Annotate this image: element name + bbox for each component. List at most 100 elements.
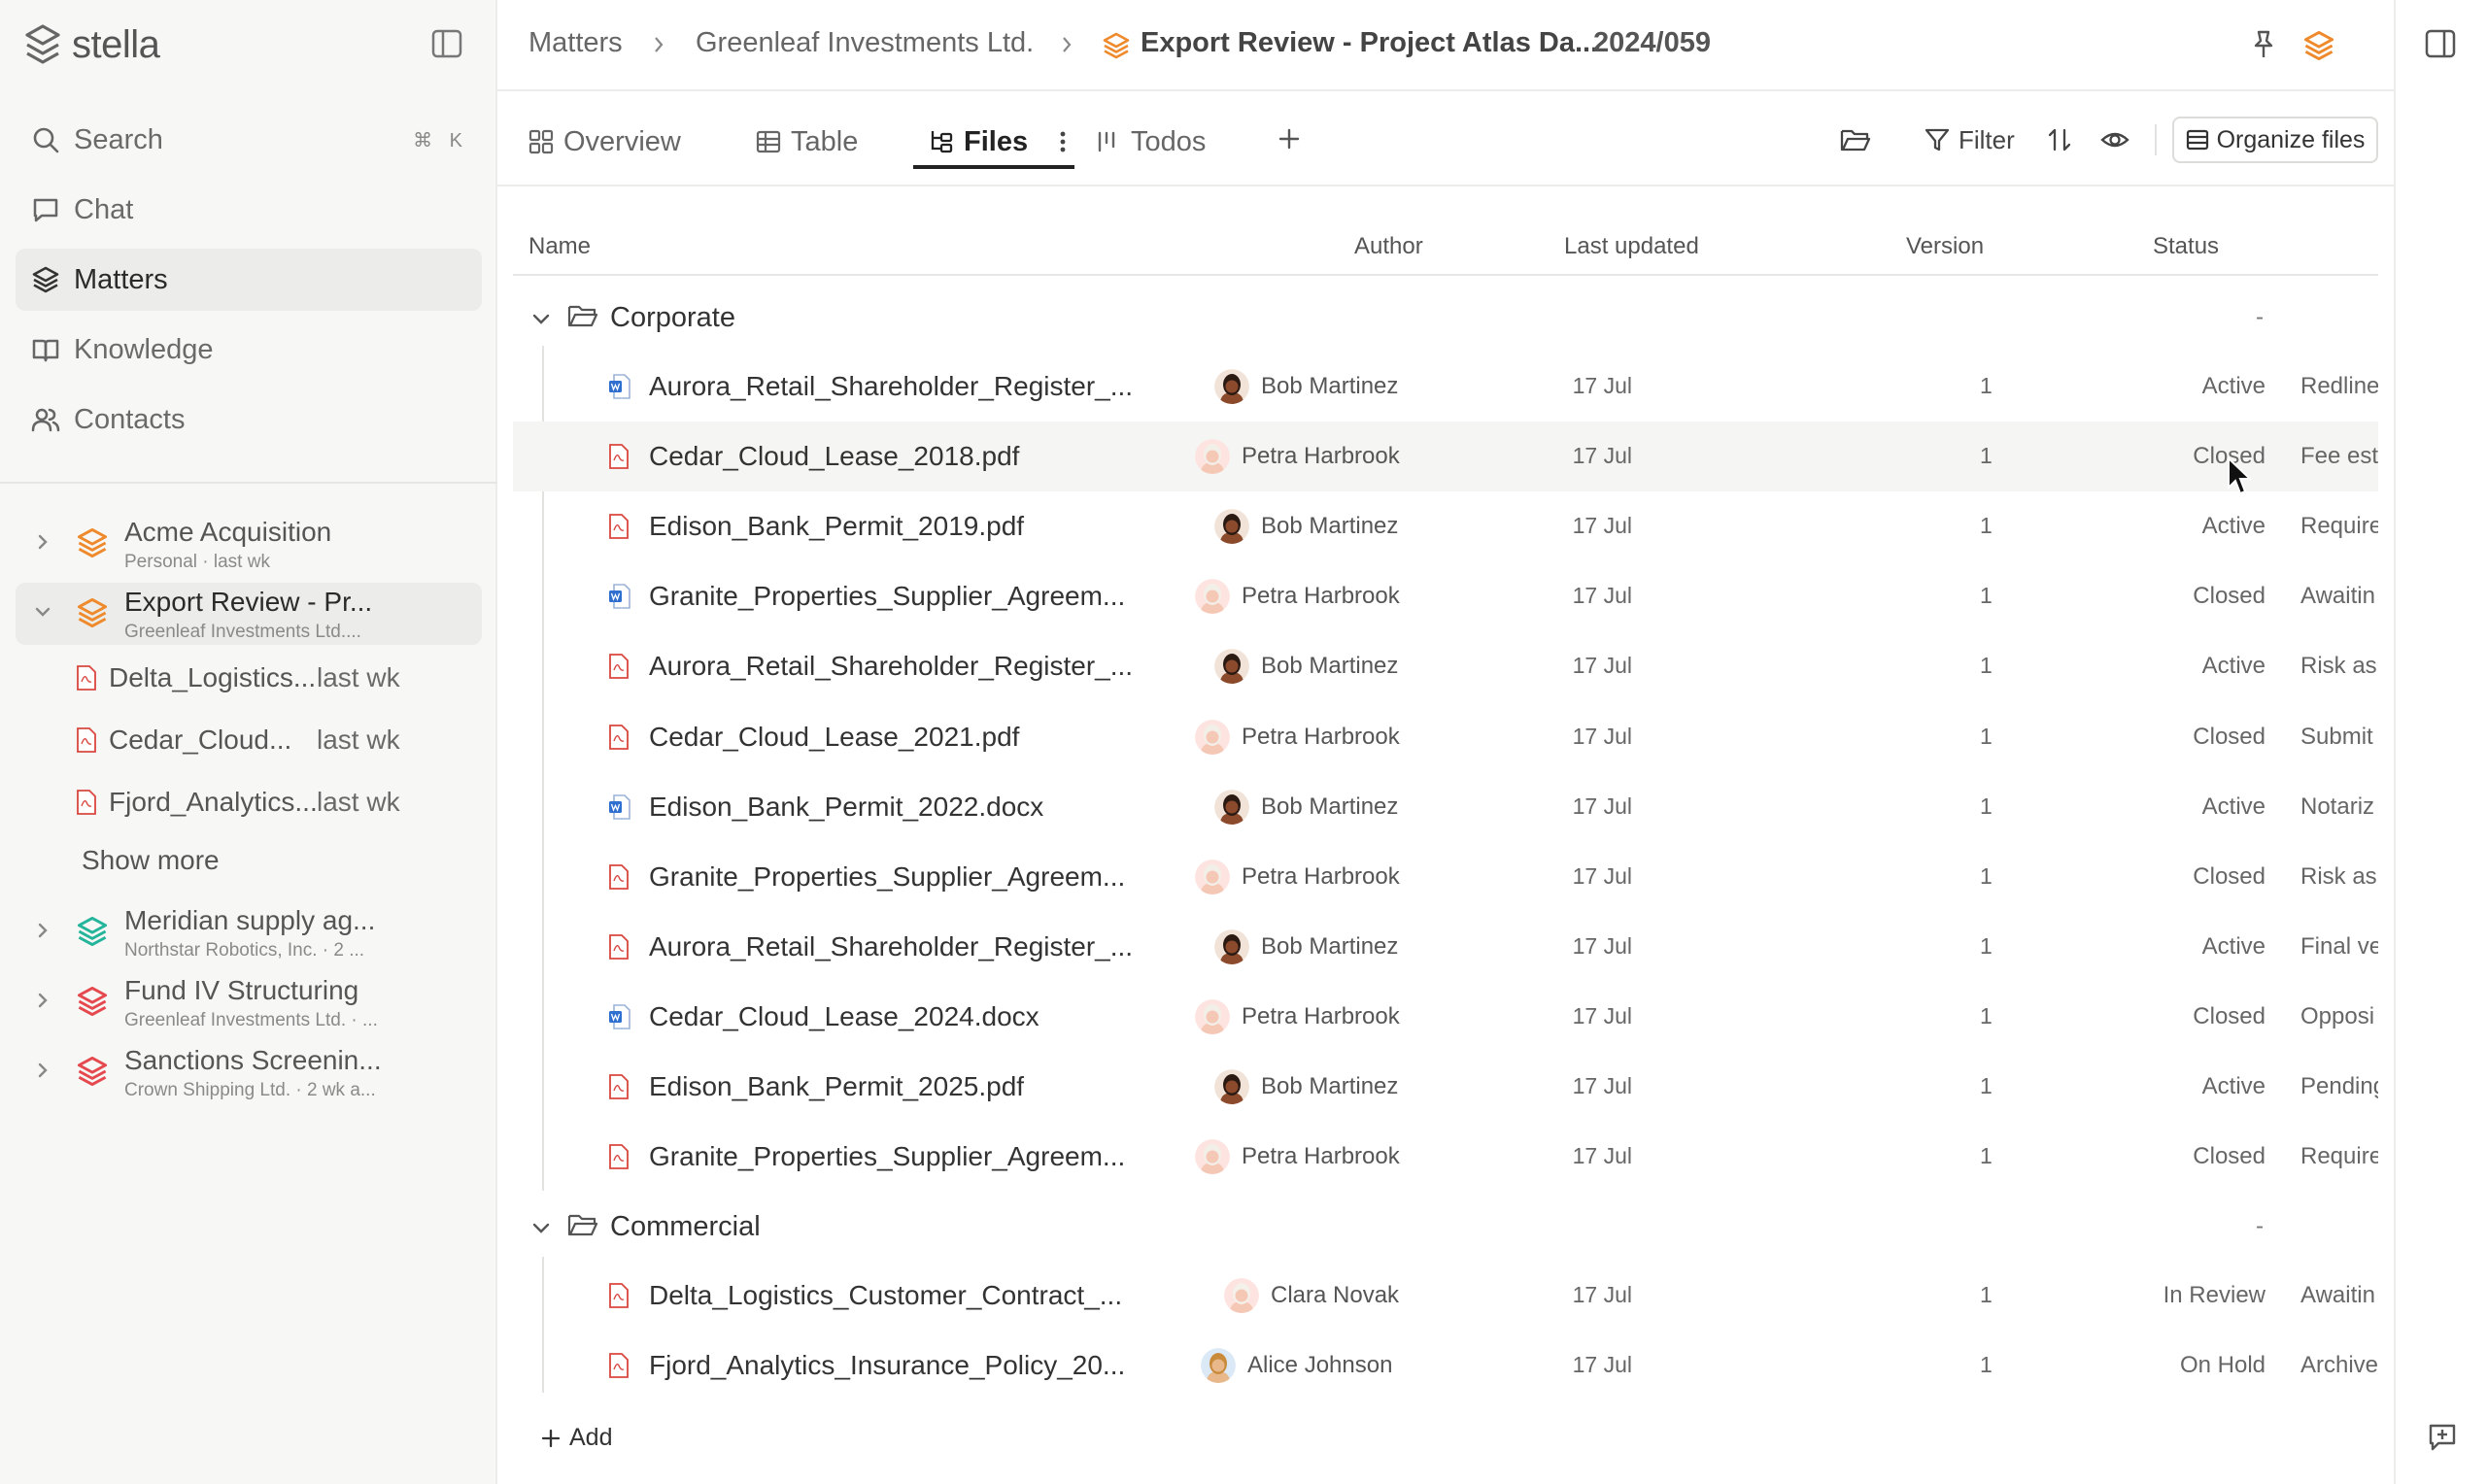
matter-reference: 2024/059 [1593, 27, 1711, 58]
nav-knowledge[interactable]: Knowledge [16, 319, 482, 381]
chevron-right-icon[interactable] [33, 532, 52, 552]
chevron-right-icon[interactable] [33, 921, 52, 940]
add-file-button[interactable]: Add [540, 1424, 612, 1452]
nav-chat[interactable]: Chat [16, 179, 482, 241]
file-name[interactable]: Cedar_Cloud_Lease_2018.pdf [649, 441, 1019, 472]
file-last-updated: 17 Jul [1572, 933, 1632, 959]
sidebar-matter-sanctions[interactable]: Sanctions Screenin... Crown Shipping Ltd… [16, 1041, 482, 1103]
sidebar-matter-acme[interactable]: Acme Acquisition Personal · last wk [16, 513, 482, 575]
file-name[interactable]: Aurora_Retail_Shareholder_Register_... [649, 371, 1133, 402]
file-version: 1 [1980, 724, 1993, 749]
column-version[interactable]: Version [1906, 233, 1984, 260]
file-row[interactable]: Edison_Bank_Permit_2025.pdf Bob Martinez 1… [513, 1052, 2378, 1122]
folder-group-row[interactable]: Corporate - [513, 290, 2378, 345]
author-name: Bob Martinez [1261, 653, 1399, 679]
avatar [1195, 1139, 1230, 1174]
file-author: Bob Martinez [1214, 369, 1398, 404]
folder-icon [567, 302, 598, 329]
eye-icon[interactable] [2100, 122, 2129, 157]
add-tab-icon[interactable] [1277, 126, 1302, 152]
chevron-right-icon[interactable] [33, 1061, 52, 1080]
file-row[interactable]: Cedar_Cloud_Lease_2018.pdf Petra Harbrook… [513, 422, 2378, 491]
file-row[interactable]: Aurora_Retail_Shareholder_Register_... Bo… [513, 352, 2378, 422]
table-icon [756, 129, 781, 154]
file-note: Final ve [2300, 933, 2378, 960]
avatar [1214, 929, 1249, 964]
file-name[interactable]: Edison_Bank_Permit_2025.pdf [649, 1071, 1024, 1102]
file-name[interactable]: Granite_Properties_Supplier_Agreem... [649, 1141, 1125, 1172]
nav-contacts[interactable]: Contacts [16, 388, 482, 451]
file-name[interactable]: Edison_Bank_Permit_2022.docx [649, 792, 1043, 823]
sidebar-matter-meridian[interactable]: Meridian supply ag... Northstar Robotics… [16, 901, 482, 963]
chevron-down-icon[interactable] [530, 1217, 552, 1238]
brand-logo[interactable]: stella [23, 19, 160, 70]
file-row[interactable]: Aurora_Retail_Shareholder_Register_... Bo… [513, 912, 2378, 982]
file-row[interactable]: Granite_Properties_Supplier_Agreem... Pet… [513, 842, 2378, 912]
breadcrumb-matter[interactable]: Export Review - Project Atlas Da... [1141, 27, 1598, 59]
file-row[interactable]: Aurora_Retail_Shareholder_Register_... Bo… [513, 631, 2378, 701]
tab-table[interactable]: Table [756, 122, 858, 161]
chevron-right-icon[interactable] [33, 991, 52, 1010]
sidebar-file[interactable]: Delta_Logistics... last wk [76, 657, 400, 699]
more-vertical-icon[interactable] [1059, 129, 1067, 154]
organize-files-button[interactable]: Organize files [2172, 117, 2378, 163]
sidebar-collapse-icon[interactable] [431, 29, 462, 58]
file-name[interactable]: Cedar_Cloud_Lease_2024.docx [649, 1001, 1039, 1032]
folder-open-icon[interactable] [1840, 122, 1871, 157]
nav-matters[interactable]: Matters [16, 249, 482, 311]
file-name[interactable]: Fjord_Analytics_Insurance_Policy_20... [649, 1350, 1125, 1381]
file-row[interactable]: Delta_Logistics_Customer_Contract_... Cla… [513, 1261, 2378, 1331]
file-name[interactable]: Cedar_Cloud_Lease_2021.pdf [649, 722, 1019, 753]
file-row[interactable]: Cedar_Cloud_Lease_2024.docx Petra Harbroo… [513, 982, 2378, 1052]
nav-search[interactable]: Search ⌘ K [16, 109, 482, 171]
sidebar-matter-fund-iv[interactable]: Fund IV Structuring Greenleaf Investment… [16, 971, 482, 1033]
column-status[interactable]: Status [2153, 233, 2219, 260]
show-more-link[interactable]: Show more [82, 845, 220, 876]
file-status: Closed [2193, 724, 2266, 750]
file-row[interactable]: Granite_Properties_Supplier_Agreem... Pet… [513, 1122, 2378, 1192]
matter-title: Sanctions Screenin... [124, 1045, 382, 1075]
sidebar-file[interactable]: Cedar_Cloud... last wk [76, 719, 400, 761]
comment-add-icon[interactable] [2427, 1422, 2458, 1453]
avatar [1195, 999, 1230, 1034]
sidebar-file[interactable]: Fjord_Analytics... last wk [76, 781, 400, 824]
sidebar-matter-export-review[interactable]: Export Review - Pr... Greenleaf Investme… [16, 583, 482, 645]
file-author: Petra Harbrook [1195, 860, 1400, 894]
column-author[interactable]: Author [1354, 233, 1423, 260]
tab-todos[interactable]: Todos [1096, 122, 1206, 161]
file-row[interactable]: Granite_Properties_Supplier_Agreem... Pet… [513, 561, 2378, 631]
tab-files[interactable]: Files [929, 122, 1067, 161]
tab-overview[interactable]: Overview [528, 122, 681, 161]
breadcrumb-client[interactable]: Greenleaf Investments Ltd. [696, 27, 1034, 59]
column-last-updated[interactable]: Last updated [1564, 233, 1699, 260]
file-author: Alice Johnson [1201, 1348, 1392, 1383]
file-tree-icon [929, 129, 954, 154]
file-name[interactable]: Aurora_Retail_Shareholder_Register_... [649, 651, 1133, 682]
pin-icon[interactable] [2249, 29, 2278, 60]
breadcrumb-matters[interactable]: Matters [528, 27, 623, 59]
file-name[interactable]: Granite_Properties_Supplier_Agreem... [649, 581, 1125, 612]
matter-stack-icon[interactable] [2302, 29, 2335, 62]
chevron-down-icon[interactable] [33, 602, 52, 622]
file-name[interactable]: Edison_Bank_Permit_2019.pdf [649, 511, 1024, 542]
nav-search-label: Search [74, 123, 163, 155]
panel-toggle-icon[interactable] [2425, 29, 2456, 58]
file-version: 1 [1980, 793, 1993, 819]
main-nav: Search ⌘ K Chat Matters Knowledge Contac… [16, 109, 482, 458]
file-row[interactable]: Edison_Bank_Permit_2019.pdf Bob Martinez 1… [513, 491, 2378, 561]
chat-icon [31, 195, 60, 224]
file-name[interactable]: Delta_Logistics_Customer_Contract_... [649, 1280, 1122, 1311]
file-row[interactable]: Cedar_Cloud_Lease_2021.pdf Petra Harbrook… [513, 702, 2378, 772]
file-version: 1 [1980, 513, 1993, 538]
file-row[interactable]: Edison_Bank_Permit_2022.docx Bob Martinez… [513, 772, 2378, 842]
filter-button[interactable]: Filter [1924, 122, 2015, 157]
file-row[interactable]: Fjord_Analytics_Insurance_Policy_20... Al… [513, 1331, 2378, 1400]
file-status: Closed [2193, 1003, 2266, 1029]
chevron-down-icon[interactable] [530, 308, 552, 329]
file-name[interactable]: Granite_Properties_Supplier_Agreem... [649, 861, 1125, 893]
column-name[interactable]: Name [528, 233, 591, 260]
file-name[interactable]: Aurora_Retail_Shareholder_Register_... [649, 931, 1133, 962]
sort-icon[interactable] [2046, 122, 2073, 157]
folder-group-row[interactable]: Commercial - [513, 1199, 2378, 1254]
pdf-file-icon [608, 1073, 630, 1100]
